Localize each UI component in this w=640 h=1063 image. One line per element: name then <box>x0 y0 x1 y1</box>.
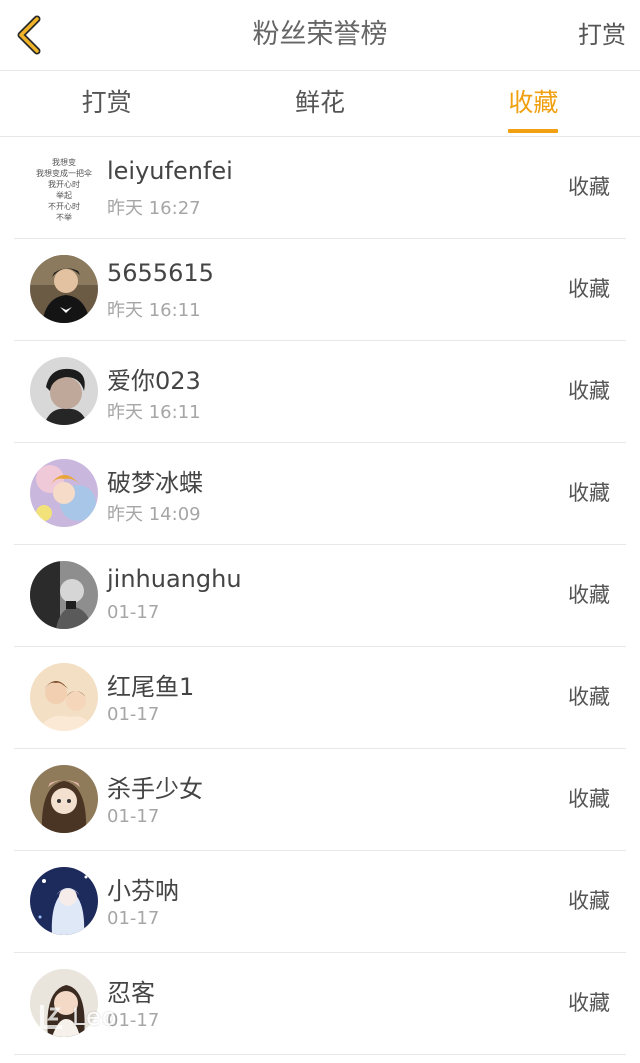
fan-name: 红尾鱼1 <box>107 673 195 701</box>
action-label: 收藏 <box>568 685 610 709</box>
avatar <box>30 459 98 527</box>
avatar <box>30 867 98 935</box>
action-label: 收藏 <box>568 787 610 811</box>
watermark-text: Leo <box>72 1003 118 1031</box>
fan-time: 01-17 <box>107 806 160 827</box>
avatar <box>30 663 98 731</box>
tab-bar: 打赏 鲜花 收藏 <box>0 71 640 137</box>
tab-label: 鲜花 <box>294 88 345 117</box>
page-title: 粉丝荣誉榜 <box>252 19 388 50</box>
tab-flowers[interactable]: 鲜花 <box>213 71 426 136</box>
avatar <box>30 357 98 425</box>
avatar: 我想变 我想变成一把伞 我开心时 举起 不开心时 不举 <box>30 153 98 221</box>
fan-time: 昨天 16:11 <box>107 300 201 321</box>
fan-name: 杀手少女 <box>107 775 203 803</box>
tab-favorites[interactable]: 收藏 <box>427 71 640 136</box>
tab-label: 打赏 <box>81 88 132 117</box>
fan-name: 破梦冰蝶 <box>107 469 203 497</box>
action-label: 收藏 <box>568 277 610 301</box>
list-item[interactable]: 我想变 我想变成一把伞 我开心时 举起 不开心时 不举 leiyufenfei … <box>14 137 626 239</box>
reward-button[interactable]: 打赏 <box>578 0 626 70</box>
fan-time: 01-17 <box>107 602 160 623</box>
avatar <box>30 561 98 629</box>
watermark-logo-icon <box>40 1005 62 1029</box>
active-tab-indicator <box>508 129 559 133</box>
watermark: Leo <box>36 999 136 1035</box>
fan-time: 01-17 <box>107 908 160 929</box>
chevron-left-icon <box>17 15 41 55</box>
list-item[interactable]: 破梦冰蝶 昨天 14:09 收藏 <box>14 443 626 545</box>
list-item[interactable]: 红尾鱼1 01-17 收藏 <box>14 647 626 749</box>
action-label: 收藏 <box>568 481 610 505</box>
avatar-caption: 我想变 我想变成一把伞 我开心时 举起 不开心时 不举 <box>36 158 92 221</box>
tab-label: 收藏 <box>508 88 559 117</box>
back-button[interactable] <box>10 12 50 58</box>
list-item[interactable]: jinhuanghu 01-17 收藏 <box>14 545 626 647</box>
action-label: 收藏 <box>568 379 610 403</box>
action-label: 收藏 <box>568 991 610 1015</box>
top-bar: 粉丝荣誉榜 打赏 <box>0 0 640 71</box>
action-label: 收藏 <box>568 175 610 199</box>
fan-name: 爱你023 <box>107 367 201 395</box>
list-item[interactable]: 小芬呐 01-17 收藏 <box>14 851 626 953</box>
tab-reward[interactable]: 打赏 <box>0 71 213 136</box>
list-item[interactable]: 杀手少女 01-17 收藏 <box>14 749 626 851</box>
fan-time: 昨天 14:09 <box>107 504 201 525</box>
fan-time: 昨天 16:27 <box>107 198 201 219</box>
avatar <box>30 765 98 833</box>
action-label: 收藏 <box>568 583 610 607</box>
list-item[interactable]: 爱你023 昨天 16:11 收藏 <box>14 341 626 443</box>
fan-time: 昨天 16:11 <box>107 402 201 423</box>
fan-name: jinhuanghu <box>107 565 242 593</box>
avatar <box>30 255 98 323</box>
fan-list: 我想变 我想变成一把伞 我开心时 举起 不开心时 不举 leiyufenfei … <box>0 137 640 1055</box>
action-label: 收藏 <box>568 889 610 913</box>
fan-name: 5655615 <box>107 259 214 287</box>
fan-name: 小芬呐 <box>107 877 179 905</box>
list-item[interactable]: 5655615 昨天 16:11 收藏 <box>14 239 626 341</box>
fan-time: 01-17 <box>107 704 160 725</box>
fan-name: leiyufenfei <box>107 157 233 185</box>
